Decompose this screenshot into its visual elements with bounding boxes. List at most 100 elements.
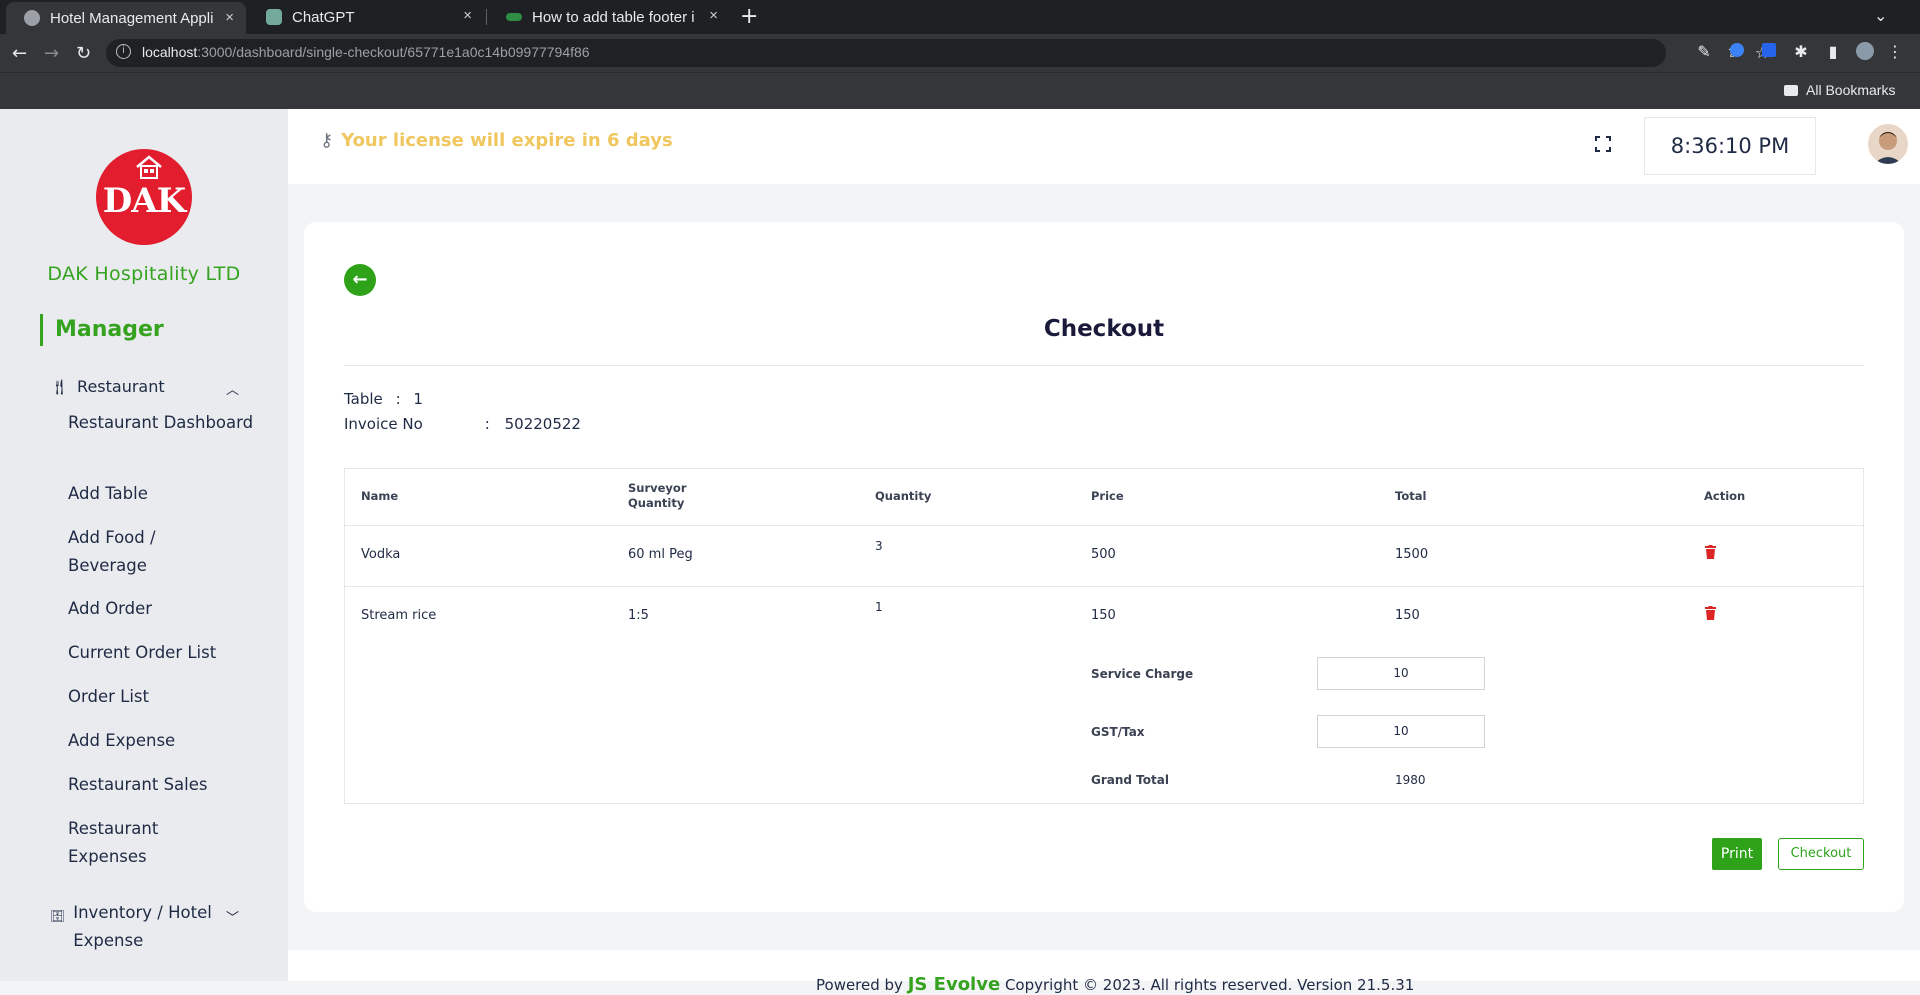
- gst-tax-input[interactable]: 10: [1317, 715, 1485, 748]
- sidebar-item-add-expense[interactable]: Add Expense: [68, 727, 268, 755]
- cell-price: 500: [1091, 547, 1116, 562]
- grand-total-value: 1980: [1395, 773, 1426, 787]
- column-header: Name: [361, 489, 399, 503]
- checkout-table: Name Surveyor Quantity Quantity Price To…: [344, 468, 1864, 804]
- sidebar-item-order-list[interactable]: Order List: [68, 683, 268, 711]
- side-panel-icon[interactable]: ▮: [1823, 42, 1843, 62]
- row-divider: [345, 586, 1863, 587]
- sidebar: DAK DAK Hospitality LTD Manager 🍴︎ Resta…: [0, 109, 288, 981]
- eyedropper-extension-icon[interactable]: ✎: [1694, 42, 1714, 62]
- quantity-field[interactable]: 1: [875, 600, 883, 614]
- row-divider: [345, 525, 1863, 526]
- grand-total-label: Grand Total: [1091, 773, 1169, 787]
- cell-name: Stream rice: [361, 608, 437, 623]
- chevron-up-icon: ︿: [226, 383, 240, 398]
- sidebar-item-add-food-beverage[interactable]: Add Food / Beverage: [68, 524, 188, 580]
- sidebar-item-restaurant-sales[interactable]: Restaurant Sales: [68, 771, 268, 799]
- tab-title: Hotel Management Appli: [50, 9, 214, 27]
- back-arrow-icon[interactable]: ←: [344, 264, 376, 296]
- cell-price: 150: [1091, 608, 1116, 623]
- top-header: ⚷ Your license will expire in 6 days 8:3…: [288, 109, 1920, 184]
- browser-tabbar: Hotel Management Appli × ChatGPT × How t…: [0, 0, 1920, 34]
- chatgpt-icon: [266, 9, 282, 25]
- sidebar-section-inventory[interactable]: 🗄︎ Inventory / Hotel Expense ﹀: [50, 903, 250, 955]
- print-button[interactable]: Print: [1712, 838, 1762, 870]
- column-header: Price: [1091, 489, 1124, 503]
- checkout-button[interactable]: Checkout: [1778, 838, 1864, 870]
- url-text: localhost:3000/dashboard/single-checkout…: [142, 44, 590, 60]
- sidebar-item-restaurant-dashboard[interactable]: Restaurant Dashboard: [68, 409, 268, 437]
- clock: 8:36:10 PM: [1644, 117, 1816, 175]
- footer: Powered by JS Evolve Copyright © 2023. A…: [288, 950, 1920, 995]
- site-info-icon[interactable]: i: [116, 44, 131, 59]
- page-title: Checkout: [1043, 316, 1165, 342]
- chevron-down-icon: ﹀: [226, 911, 240, 926]
- sidebar-item-add-table[interactable]: Add Table: [68, 480, 268, 508]
- bookmarks-bar: All Bookmarks: [0, 72, 1920, 109]
- key-icon: ⚷: [320, 130, 334, 151]
- user-avatar[interactable]: [1868, 124, 1908, 164]
- house-icon: [136, 155, 162, 179]
- service-charge-label: Service Charge: [1091, 667, 1194, 681]
- section-label: Inventory / Hotel Expense: [73, 903, 212, 950]
- close-tab-icon[interactable]: ×: [225, 9, 234, 26]
- fork-knife-icon: 🍴︎: [50, 377, 70, 396]
- extensions-puzzle-icon[interactable]: ✱: [1791, 42, 1811, 62]
- globe-icon: [24, 10, 40, 26]
- footer-prefix: Powered by: [816, 976, 903, 994]
- browser-menu-icon[interactable]: ⋮: [1885, 42, 1905, 62]
- invoice-info: Invoice No : 50220522: [344, 415, 581, 433]
- table-info: Table : 1: [344, 390, 423, 408]
- all-bookmarks-label: All Bookmarks: [1806, 82, 1896, 98]
- browser-tab-footer[interactable]: How to add table footer i ×: [488, 0, 730, 34]
- address-bar[interactable]: i localhost:3000/dashboard/single-checko…: [106, 39, 1769, 67]
- invoice-sep: :: [484, 415, 490, 433]
- table-label: Table: [344, 390, 383, 408]
- folder-icon: [1784, 84, 1798, 96]
- sidebar-item-current-order-list[interactable]: Current Order List: [68, 639, 268, 667]
- all-bookmarks-button[interactable]: All Bookmarks: [1784, 82, 1895, 98]
- license-notice: ⚷ Your license will expire in 6 days: [320, 130, 673, 151]
- reload-icon[interactable]: ↻: [76, 43, 91, 64]
- sidebar-item-restaurant-expenses[interactable]: Restaurant Expenses: [68, 815, 188, 871]
- table-sep: :: [395, 390, 401, 408]
- close-tab-icon[interactable]: ×: [463, 7, 472, 24]
- column-header: Surveyor Quantity: [628, 481, 687, 510]
- service-charge-input[interactable]: 10: [1317, 657, 1485, 690]
- close-tab-icon[interactable]: ×: [709, 7, 718, 24]
- column-header: Quantity: [875, 489, 932, 503]
- invoice-label: Invoice No: [344, 415, 423, 433]
- delete-trash-icon[interactable]: [1705, 545, 1716, 559]
- quantity-field[interactable]: 3: [875, 539, 883, 553]
- browser-tab-chatgpt[interactable]: ChatGPT ×: [248, 0, 484, 34]
- column-header: Action: [1704, 489, 1746, 503]
- company-name: DAK Hospitality LTD: [47, 263, 241, 285]
- extension-fi-icon[interactable]: [1759, 42, 1779, 62]
- section-label: Restaurant: [77, 377, 165, 396]
- delete-trash-icon[interactable]: [1705, 606, 1716, 620]
- divider: [344, 365, 1864, 366]
- profile-icon[interactable]: [1855, 42, 1875, 62]
- table-value: 1: [413, 390, 423, 408]
- tab-search-icon[interactable]: ⌄: [1874, 6, 1887, 25]
- cell-surveyor-quantity: 1:5: [628, 608, 649, 623]
- company-logo[interactable]: DAK: [96, 149, 192, 245]
- fullscreen-icon[interactable]: [1594, 135, 1614, 155]
- back-icon[interactable]: ←: [12, 43, 27, 64]
- footer-text: Powered by JS Evolve Copyright © 2023. A…: [816, 974, 1414, 995]
- browser-toolbar: ← → ↻ i localhost:3000/dashboard/single-…: [0, 34, 1920, 72]
- license-text: Your license will expire in 6 days: [341, 130, 673, 151]
- new-tab-button[interactable]: +: [740, 4, 758, 29]
- cell-surveyor-quantity: 60 ml Peg: [628, 547, 693, 562]
- column-header: Total: [1395, 489, 1427, 503]
- extension-blue-icon[interactable]: [1727, 42, 1747, 62]
- tab-title: How to add table footer i: [532, 8, 695, 26]
- footer-brand-link[interactable]: JS Evolve: [908, 974, 1000, 995]
- invoice-value: 50220522: [504, 415, 581, 433]
- browser-tab-hotel[interactable]: Hotel Management Appli ×: [6, 2, 246, 34]
- sidebar-item-add-order[interactable]: Add Order: [68, 595, 268, 623]
- cell-total: 1500: [1395, 547, 1429, 562]
- cell-total: 150: [1395, 608, 1420, 623]
- sidebar-section-restaurant[interactable]: 🍴︎ Restaurant ︿: [50, 377, 250, 398]
- forward-icon[interactable]: →: [44, 43, 59, 64]
